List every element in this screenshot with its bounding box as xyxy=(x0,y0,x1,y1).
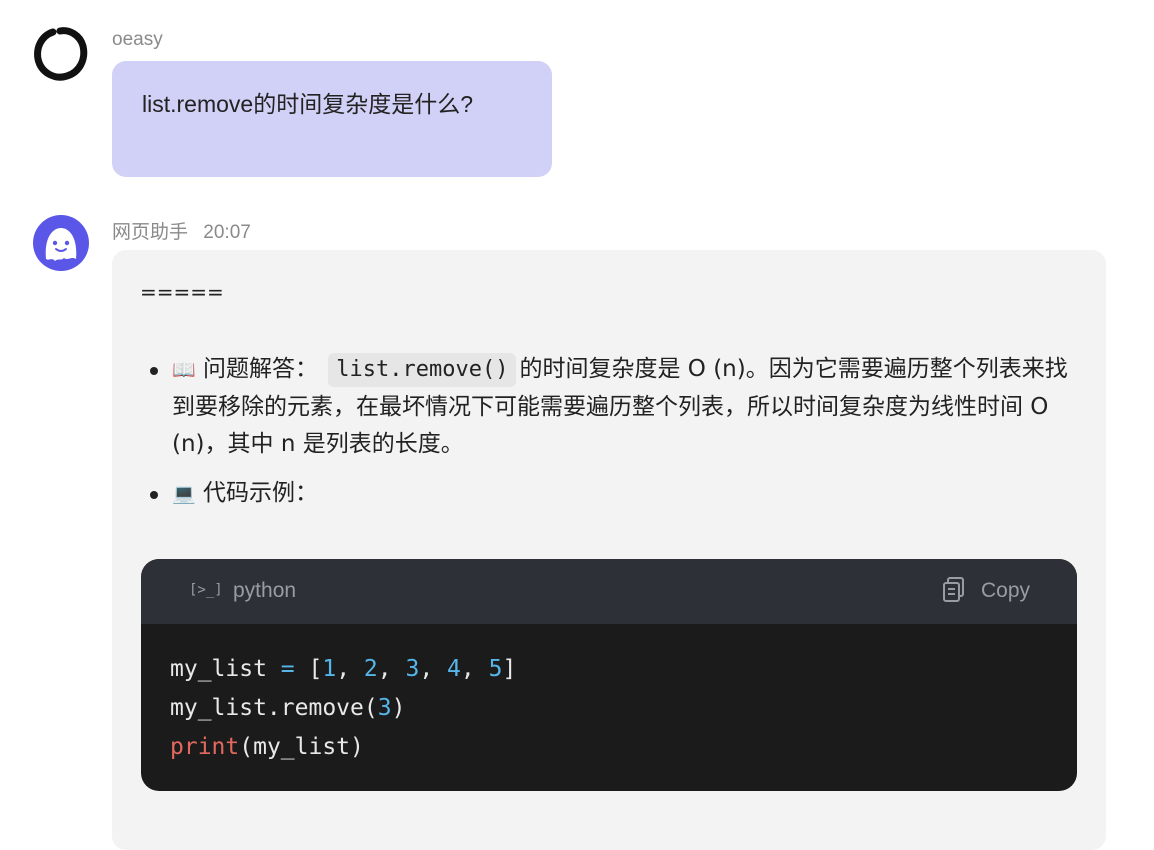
code-line: my_list = [1, 2, 3, 4, 5] xyxy=(170,650,1077,689)
assistant-message-bubble: ===== 📖 问题解答： list.remove() 的时间复杂度是 O (n)… xyxy=(112,250,1106,850)
code-token: , xyxy=(460,656,489,682)
separator-text: ===== xyxy=(140,280,224,304)
copy-button[interactable]: Copy xyxy=(981,579,1030,603)
user-avatar xyxy=(33,26,89,82)
user-message-text: list.remove的时间复杂度是什么? xyxy=(142,91,473,117)
code-token: ] xyxy=(502,656,517,682)
code-token: print xyxy=(170,734,240,760)
code-token: 3 xyxy=(377,695,392,721)
code-token: 5 xyxy=(488,656,503,682)
code-line: my_list.remove(3) xyxy=(170,689,1077,728)
inline-code: list.remove() xyxy=(328,353,517,387)
code-token: , xyxy=(419,656,448,682)
message-timestamp: 20:07 xyxy=(203,222,251,243)
laptop-icon: 💻 xyxy=(172,483,196,505)
code-token: my_list.remove( xyxy=(170,695,378,721)
code-language: python xyxy=(233,579,297,602)
code-token: , xyxy=(377,656,406,682)
answer-item: 📖 问题解答： list.remove() 的时间复杂度是 O (n)。因为它需要… xyxy=(150,351,1070,463)
example-item: 💻 代码示例： xyxy=(150,475,1070,513)
copy-icon[interactable] xyxy=(941,576,967,610)
code-line: print(my_list) xyxy=(170,728,1077,767)
code-token: (my_list) xyxy=(239,734,364,760)
assistant-avatar xyxy=(33,215,89,271)
code-token: 3 xyxy=(405,656,420,682)
code-block: [>_] python Copy my_list = [1, 2, 3, 4, … xyxy=(141,559,1077,791)
code-token: = xyxy=(280,656,295,682)
terminal-icon: [>_] xyxy=(189,582,223,598)
code-block-header: [>_] python Copy xyxy=(141,559,1077,624)
answer-label: 问题解答： xyxy=(202,356,318,382)
code-token: 2 xyxy=(363,656,378,682)
code-token: , xyxy=(336,656,364,682)
example-label: 代码示例： xyxy=(202,480,318,506)
user-sender-name: oeasy xyxy=(112,29,163,50)
code-token: 1 xyxy=(322,656,337,682)
code-token: 4 xyxy=(447,656,461,682)
code-token: [ xyxy=(294,656,323,682)
code-content: my_list = [1, 2, 3, 4, 5] my_list.remove(… xyxy=(141,624,1077,767)
assistant-sender-name: 网页助手 xyxy=(112,222,189,243)
code-token: ) xyxy=(391,695,406,721)
code-token: my_list xyxy=(170,656,281,682)
user-message-bubble: list.remove的时间复杂度是什么? xyxy=(112,61,552,177)
answer-list: 📖 问题解答： list.remove() 的时间复杂度是 O (n)。因为它需要… xyxy=(150,351,1070,525)
book-icon: 📖 xyxy=(172,359,196,381)
assistant-header: 网页助手 20:07 xyxy=(112,217,251,244)
